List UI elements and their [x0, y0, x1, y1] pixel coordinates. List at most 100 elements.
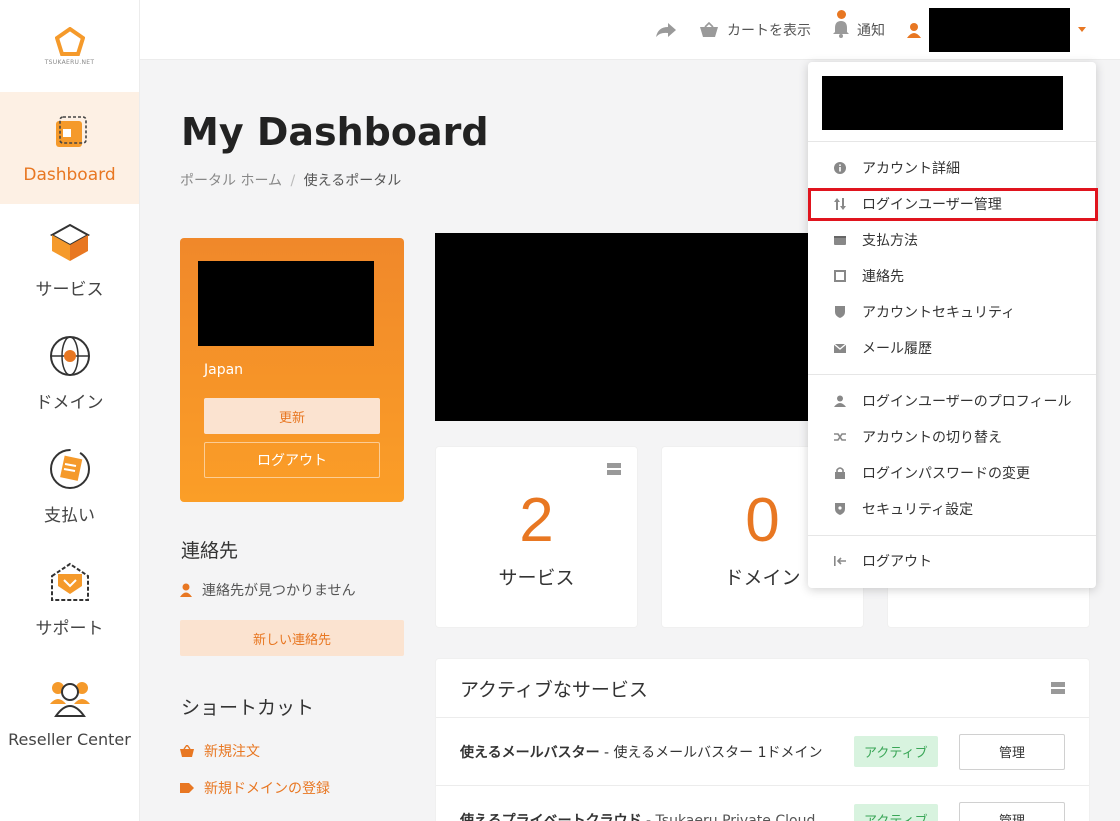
sidebar-item-reseller[interactable]: Reseller Center [0, 656, 139, 769]
service-name: 使えるプライベートクラウド [460, 812, 642, 821]
shortcut-label: 新規注文 [204, 744, 260, 760]
active-services-header: アクティブなサービス [436, 659, 1089, 718]
menu-item-account-security[interactable]: アカウントセキュリティ [808, 294, 1096, 330]
service-row[interactable]: 使えるメールバスター - 使えるメールバスター 1ドメイン アクティブ 管理 [436, 718, 1089, 786]
notifications-label: 通知 [857, 23, 885, 39]
sidebar-item-services[interactable]: サービス [0, 204, 139, 317]
manage-button[interactable]: 管理 [959, 733, 1065, 770]
menu-item-label: セキュリティ設定 [862, 502, 974, 518]
contacts-title: 連絡先 [181, 540, 239, 562]
menu-item-change-password[interactable]: ログインパスワードの変更 [808, 455, 1096, 491]
sidebar-item-label: 支払い [44, 506, 95, 526]
sidebar-item-domains[interactable]: ドメイン [0, 317, 139, 430]
sidebar-item-dashboard[interactable]: Dashboard [0, 92, 139, 204]
menu-item-label: ログインユーザーのプロフィール [862, 394, 1072, 410]
lock-icon [834, 467, 846, 479]
service-name: 使えるメールバスター [460, 744, 600, 761]
server-icon [1051, 682, 1065, 694]
info-icon [834, 162, 846, 174]
logo[interactable]: TSUKAERU.NET [0, 0, 139, 92]
dashboard-icon [48, 111, 92, 155]
menu-item-label: ログアウト [862, 554, 932, 570]
redacted-profile-info [198, 261, 374, 346]
dropdown-divider [808, 535, 1096, 536]
shuffle-icon [834, 431, 846, 443]
redacted-username [929, 8, 1070, 52]
user-icon [907, 23, 921, 38]
bell-icon [833, 10, 849, 42]
sidebar-item-support[interactable]: サポート [0, 543, 139, 656]
update-button[interactable]: 更新 [204, 398, 380, 434]
logout-button[interactable]: ログアウト [204, 442, 380, 478]
menu-item-logout[interactable]: ログアウト [808, 543, 1096, 579]
menu-item-label: 支払方法 [862, 233, 918, 249]
user-icon [834, 395, 846, 407]
sidebar: TSUKAERU.NET Dashboard サービス ドメイン 支払い サポー… [0, 0, 140, 821]
menu-item-label: アカウント詳細 [862, 161, 960, 177]
stat-value: 2 [519, 486, 554, 555]
user-dropdown-menu: アカウント詳細 ログインユーザー管理 支払方法 連絡先 アカウントセキュリティ … [808, 62, 1098, 588]
basket-icon [700, 22, 718, 37]
support-envelope-icon [48, 560, 92, 604]
menu-item-login-user-profile[interactable]: ログインユーザーのプロフィール [808, 383, 1096, 419]
shortcut-new-order[interactable]: 新規注文 [180, 741, 260, 761]
active-services-panel: アクティブなサービス 使えるメールバスター - 使えるメールバスター 1ドメイン… [435, 658, 1090, 821]
sidebar-item-label: Dashboard [23, 165, 116, 185]
menu-item-security-settings[interactable]: セキュリティ設定 [808, 491, 1096, 527]
view-cart-label: カートを表示 [727, 23, 811, 39]
new-contact-button[interactable]: 新しい連絡先 [180, 620, 404, 656]
user-menu-button[interactable] [907, 8, 1086, 52]
logo-text: TSUKAERU.NET [44, 58, 95, 66]
breadcrumb-home[interactable]: ポータル ホーム [180, 173, 282, 189]
reseller-users-icon [48, 674, 92, 718]
breadcrumb: ポータル ホーム / 使えるポータル [180, 170, 401, 190]
menu-item-switch-account[interactable]: アカウントの切り替え [808, 419, 1096, 455]
breadcrumb-current: 使えるポータル [303, 173, 402, 189]
sidebar-item-label: Reseller Center [8, 729, 131, 749]
shortcut-register-domain[interactable]: 新規ドメインの登録 [180, 778, 330, 798]
menu-item-label: ログインユーザー管理 [862, 197, 1002, 213]
page-title: My Dashboard [181, 110, 489, 154]
sidebar-item-label: サービス [35, 280, 104, 300]
menu-item-label: アカウントの切り替え [862, 430, 1002, 446]
sidebar-item-billing[interactable]: 支払い [0, 430, 139, 543]
wallet-icon [834, 234, 846, 246]
service-desc: - 使えるメールバスター 1ドメイン [599, 744, 823, 761]
service-row[interactable]: 使えるプライベートクラウド - Tsukaeru Private Cloud ア… [436, 786, 1089, 821]
menu-item-contacts[interactable]: 連絡先 [808, 258, 1096, 294]
menu-item-login-user-management[interactable]: ログインユーザー管理 [808, 186, 1096, 222]
menu-item-label: メール履歴 [862, 341, 932, 357]
menu-item-label: 連絡先 [862, 269, 904, 285]
menu-item-label: ログインパスワードの変更 [862, 466, 1030, 482]
active-services-title: アクティブなサービス [460, 678, 648, 701]
share-button[interactable] [655, 22, 677, 38]
menu-item-email-history[interactable]: メール履歴 [808, 330, 1096, 366]
contacts-empty-text: 連絡先が見つかりません [202, 583, 356, 599]
logout-icon [834, 555, 846, 567]
status-badge: アクティブ [854, 736, 938, 767]
profile-country: Japan [204, 362, 244, 378]
breadcrumb-separator: / [290, 173, 296, 189]
status-badge: アクティブ [854, 804, 938, 821]
billing-icon [48, 447, 92, 491]
globe-icon [48, 334, 92, 378]
service-box-icon [48, 221, 92, 265]
shortcuts-title: ショートカット [181, 697, 315, 719]
notifications-button[interactable]: 通知 [833, 10, 885, 42]
menu-item-payment-methods[interactable]: 支払方法 [808, 222, 1096, 258]
manage-button[interactable]: 管理 [959, 801, 1065, 821]
stat-card-services[interactable]: 2 サービス [435, 446, 638, 628]
profile-card: Japan 更新 ログアウト [180, 238, 404, 502]
contact-square-icon [834, 270, 846, 282]
dropdown-divider [808, 141, 1096, 142]
envelope-icon [834, 342, 846, 354]
menu-item-account-details[interactable]: アカウント詳細 [808, 150, 1096, 186]
redacted-dropdown-user [822, 76, 1063, 130]
dropdown-divider [808, 374, 1096, 375]
service-desc: - Tsukaeru Private Cloud [641, 812, 816, 821]
caret-down-icon [1078, 27, 1086, 32]
basket-icon [180, 745, 194, 757]
view-cart-button[interactable]: カートを表示 [699, 20, 811, 40]
logo-icon [54, 26, 85, 56]
redacted-banner [435, 233, 810, 421]
